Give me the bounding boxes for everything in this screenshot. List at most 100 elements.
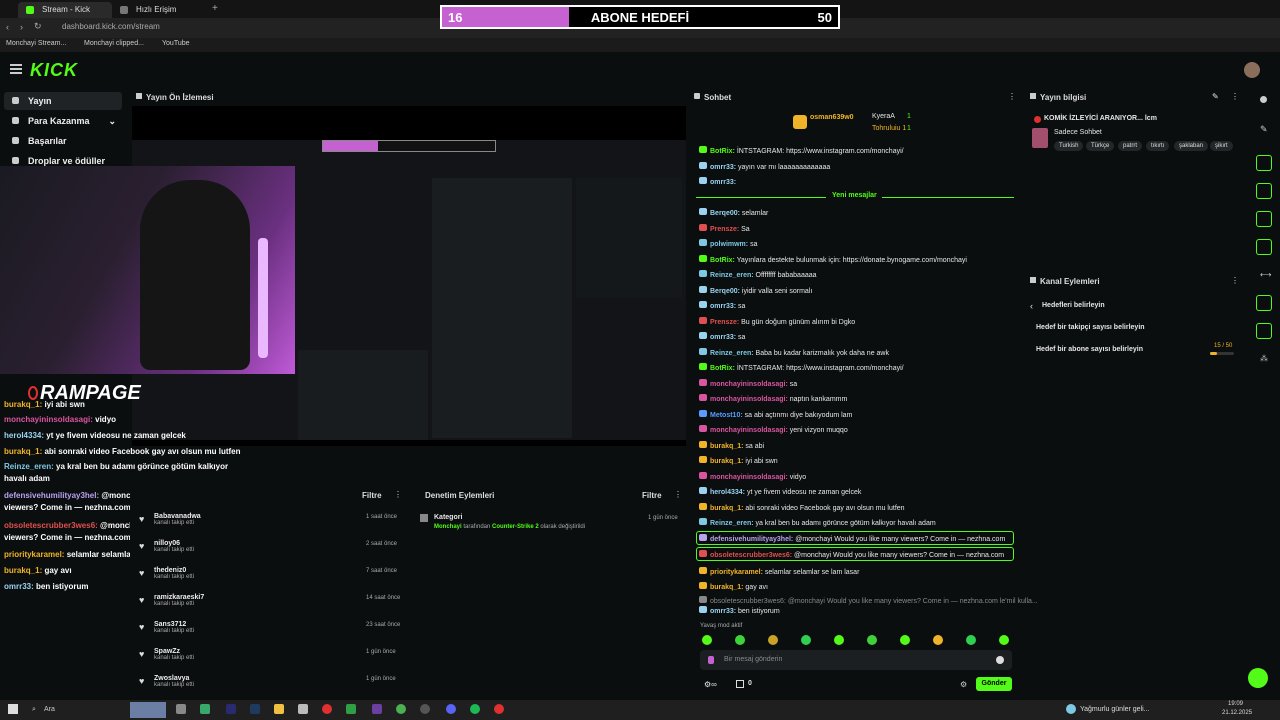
spotify-icon[interactable] (470, 704, 480, 714)
chat-username[interactable]: omrr33: (710, 608, 736, 615)
more-icon[interactable]: ⋮ (674, 490, 682, 499)
back-icon[interactable]: ‹ (6, 22, 9, 32)
chat-username[interactable]: herol4334: (710, 489, 745, 496)
obs-icon[interactable] (420, 704, 430, 714)
emote-icon[interactable] (900, 635, 910, 645)
chat-username[interactable]: monchayininsoldasagi: (710, 396, 788, 403)
send-button[interactable]: Gönder (976, 677, 1012, 691)
chat-username[interactable]: omrr33: (710, 164, 736, 171)
emote-icon[interactable] (933, 635, 943, 645)
folder-icon[interactable] (274, 704, 284, 714)
nav-item-monetization[interactable]: Para Kazanma ⌄ (4, 112, 122, 130)
more-icon[interactable]: ⋮ (1231, 92, 1239, 101)
chat-username[interactable]: monchayininsoldasagi: (710, 474, 788, 481)
emote-icon[interactable] (702, 635, 712, 645)
goals-back-label[interactable]: Hedefleri belirleyin (1042, 302, 1105, 309)
chrome-icon[interactable] (396, 704, 406, 714)
chat-username[interactable]: polwimwm: (710, 241, 748, 248)
emote-icon[interactable] (999, 635, 1009, 645)
chat-input[interactable]: Bir mesaj gönderin (700, 650, 1012, 670)
follower-goal-item[interactable]: Hedef bir takipçi sayısı belirleyin (1036, 324, 1145, 331)
calendar-icon[interactable] (1256, 295, 1272, 311)
task-view-icon[interactable] (176, 704, 186, 714)
video-editor-icon[interactable] (372, 704, 382, 714)
pencil-icon[interactable]: ✎ (1260, 124, 1268, 135)
app-icon[interactable] (200, 704, 210, 714)
audit-filter[interactable]: Filtre (642, 491, 662, 500)
chat-username[interactable]: omrr33: (710, 334, 736, 341)
chat-username[interactable]: burakq_1: (710, 505, 743, 512)
chat-username[interactable]: burakq_1: (710, 584, 743, 591)
photoshop-icon[interactable] (250, 704, 260, 714)
chat-username[interactable]: defensivehumilityay3hel: (710, 536, 793, 543)
emote-icon[interactable] (834, 635, 844, 645)
taskbar-search[interactable]: Ara (44, 706, 55, 713)
reload-icon[interactable]: ↻ (34, 21, 42, 32)
search-icon[interactable]: ⌕ (32, 706, 36, 714)
chat-username[interactable]: monchayininsoldasagi: (710, 427, 788, 434)
nav-item-stream[interactable]: Yayın (4, 92, 122, 110)
avatar[interactable] (1244, 62, 1260, 78)
weather-icon[interactable] (1066, 704, 1076, 714)
opera-icon[interactable] (322, 704, 332, 714)
windows-start-icon[interactable] (8, 704, 18, 714)
chat-username[interactable]: BotRix: (710, 365, 735, 372)
new-tab-button[interactable]: + (212, 3, 218, 14)
gift-icon[interactable] (736, 680, 744, 688)
menu-icon[interactable] (10, 64, 22, 74)
chat-username[interactable]: omrr33: (710, 179, 736, 186)
chat-username[interactable]: Berqe00: (710, 210, 740, 217)
weather-text[interactable]: Yağmurlu günler geli... (1080, 706, 1150, 713)
bolt-icon[interactable] (1256, 183, 1272, 199)
bookmark-item[interactable]: Monchayi Stream... (6, 40, 66, 47)
calculator-icon[interactable] (298, 704, 308, 714)
info-icon[interactable] (1260, 96, 1267, 103)
message-icon[interactable] (1256, 239, 1272, 255)
more-icon[interactable]: ⋮ (1008, 92, 1016, 101)
xbox-icon[interactable] (346, 704, 356, 714)
clock-time[interactable]: 19:09 (1228, 701, 1243, 707)
discord-icon[interactable] (446, 704, 456, 714)
chat-username[interactable]: Prensze: (710, 319, 739, 326)
chat-username[interactable]: Reinze_eren: (710, 520, 754, 527)
kick-emote-icon[interactable] (708, 656, 714, 664)
opera-gx-icon[interactable] (494, 704, 504, 714)
chat-username[interactable]: omrr33: (710, 303, 736, 310)
chat-username[interactable]: prioritykaramel: (710, 569, 763, 576)
follows-filter[interactable]: Filtre (362, 491, 382, 500)
chat-username[interactable]: BotRix: (710, 148, 735, 155)
emote-icon[interactable] (735, 635, 745, 645)
nodes-icon[interactable]: ⁂ (1260, 354, 1268, 363)
document-icon[interactable] (1256, 211, 1272, 227)
subscriber-goal-item[interactable]: Hedef bir abone sayısı belirleyin (1036, 346, 1143, 353)
chat-username[interactable]: Prensze: (710, 226, 739, 233)
more-icon[interactable]: ⋮ (1231, 276, 1239, 285)
chat-username[interactable]: BotRix: (710, 257, 735, 264)
nav-item-achievements[interactable]: Başarılar (4, 132, 122, 150)
bookmark-item[interactable]: Monchayi clipped... (84, 40, 144, 47)
tab-kick-dashboard[interactable]: Stream - Kick Dashbo (18, 2, 112, 30)
settings-icon[interactable]: ⚙ (960, 680, 967, 689)
users-icon[interactable]: ⚙∞ (704, 680, 717, 689)
pencil-icon[interactable]: ✎ (1212, 92, 1219, 101)
chat-username[interactable]: Reinze_eren: (710, 272, 754, 279)
back-arrow-icon[interactable]: ‹ (1030, 301, 1033, 311)
tab-quick-access[interactable]: Hızlı Erişim (112, 2, 202, 18)
bookmark-item[interactable]: YouTube (162, 40, 190, 47)
kick-logo[interactable]: KICK (30, 60, 78, 81)
emote-icon[interactable] (867, 635, 877, 645)
chat-username[interactable]: obsoletescrubber3wes6: (710, 552, 792, 559)
link-icon[interactable]: ⟷ (1260, 270, 1271, 279)
wrench-icon[interactable] (1256, 323, 1272, 339)
more-icon[interactable]: ⋮ (394, 490, 402, 499)
chat-username[interactable]: burakq_1: (710, 458, 743, 465)
chat-username[interactable]: burakq_1: (710, 443, 743, 450)
chat-username[interactable]: Metost10: (710, 412, 743, 419)
help-chat-icon[interactable] (1248, 668, 1268, 688)
clip-icon[interactable] (1256, 155, 1272, 171)
emote-icon[interactable] (966, 635, 976, 645)
chat-username[interactable]: monchayininsoldasagi: (710, 381, 788, 388)
emote-icon[interactable] (768, 635, 778, 645)
forward-icon[interactable]: › (20, 22, 23, 32)
emote-icon[interactable] (801, 635, 811, 645)
